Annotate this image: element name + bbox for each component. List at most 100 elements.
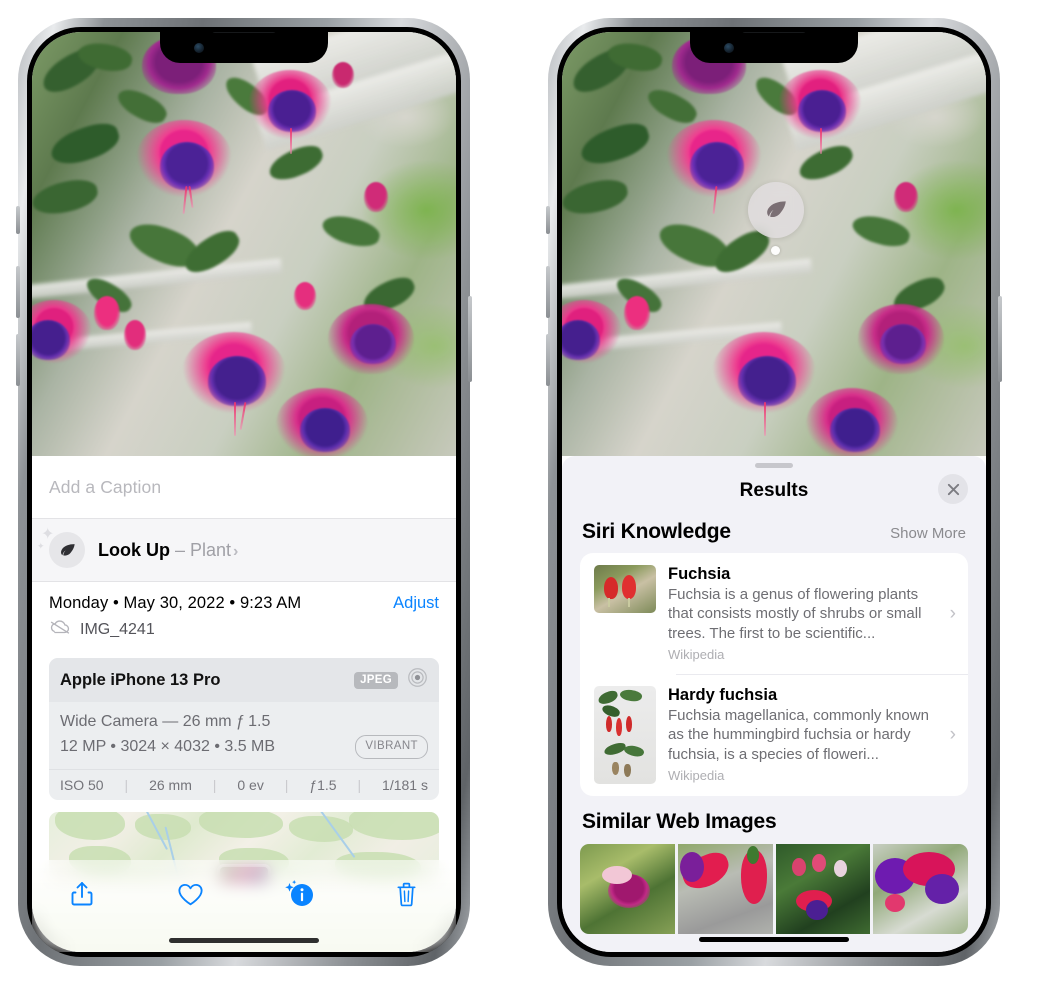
siri-knowledge-header: Siri Knowledge Show More <box>562 514 986 553</box>
exif-separator: | <box>212 776 217 793</box>
exif-separator: | <box>284 776 289 793</box>
exif-header-badges: JPEG <box>354 667 428 693</box>
web-image-3[interactable] <box>775 844 871 935</box>
visual-look-up-dot <box>771 246 780 255</box>
photo-filename: IMG_4241 <box>80 620 155 638</box>
bottom-toolbar-left <box>32 860 456 952</box>
visual-look-up-badge[interactable] <box>748 182 804 238</box>
home-indicator[interactable] <box>699 937 849 942</box>
device-bezel: Results Siri Knowledge Show More Fuchsia… <box>557 27 991 957</box>
knowledge-card-description: Fuchsia is a genus of flowering plants t… <box>668 586 922 642</box>
knowledge-thumbnail <box>594 686 656 785</box>
exif-stats-row: ISO 50 | 26 mm | 0 ev | ƒ1.5 | 1/181 s <box>49 768 439 800</box>
caption-placeholder: Add a Caption <box>49 476 162 497</box>
photo-viewer-right[interactable] <box>562 32 986 456</box>
knowledge-card-body: Hardy fuchsia Fuchsia magellanica, commo… <box>668 686 934 783</box>
look-up-dash: – <box>170 539 191 560</box>
favorite-button[interactable] <box>168 874 212 914</box>
results-header: Results <box>562 468 986 514</box>
earpiece-speaker <box>212 32 276 33</box>
volume-down-button[interactable] <box>546 334 550 386</box>
front-camera <box>724 43 734 53</box>
chevron-right-icon: › <box>949 602 956 624</box>
volume-up-button[interactable] <box>546 266 550 318</box>
siri-knowledge-title: Siri Knowledge <box>582 520 731 543</box>
sparkle-small-icon: ✦ <box>37 541 45 551</box>
silent-switch[interactable] <box>546 206 550 234</box>
info-button[interactable] <box>276 874 320 914</box>
knowledge-card[interactable]: Fuchsia Fuchsia is a genus of flowering … <box>580 553 968 674</box>
camera-device-name: Apple iPhone 13 Pro <box>60 670 221 689</box>
show-more-button[interactable]: Show More <box>890 525 966 542</box>
exif-stat-focal: 26 mm <box>149 776 192 793</box>
knowledge-card[interactable]: Hardy fuchsia Fuchsia magellanica, commo… <box>580 674 968 796</box>
aperture-icon <box>407 667 428 693</box>
exif-header: Apple iPhone 13 Pro JPEG <box>49 658 439 702</box>
power-button[interactable] <box>468 296 472 382</box>
silent-switch[interactable] <box>16 206 20 234</box>
chevron-right-icon: › <box>233 542 239 560</box>
exif-stat-shutter: 1/181 s <box>382 776 428 793</box>
date-block: Monday • May 30, 2022 • 9:23 AM Adjust I… <box>32 582 456 650</box>
device-bezel: Add a Caption ✦ ✦ Look Up – Plant › Mond… <box>27 27 461 957</box>
close-icon <box>947 483 959 495</box>
screenshot-stage: Add a Caption ✦ ✦ Look Up – Plant › Mond… <box>0 0 1055 985</box>
results-title: Results <box>739 480 809 501</box>
power-button[interactable] <box>998 296 1002 382</box>
knowledge-card-title: Hardy fuchsia <box>668 686 778 705</box>
size-info-row: 12 MP • 3024 × 4032 • 3.5 MB VIBRANT <box>60 735 428 760</box>
exif-stat-aperture: ƒ1.5 <box>309 776 337 793</box>
results-sheet: Results Siri Knowledge Show More Fuchsia… <box>562 456 986 952</box>
date-line: Monday • May 30, 2022 • 9:23 AM Adjust <box>49 594 439 613</box>
front-camera <box>194 43 204 53</box>
knowledge-card-source: Wikipedia <box>668 647 725 663</box>
similar-web-images-header: Similar Web Images <box>562 796 986 840</box>
leaf-icon <box>49 532 85 568</box>
notch <box>160 32 328 63</box>
look-up-subject: Plant <box>190 539 232 560</box>
knowledge-card-description: Fuchsia magellanica, commonly known as t… <box>668 707 929 763</box>
caption-field[interactable]: Add a Caption <box>32 456 456 519</box>
iphone-left-device: Add a Caption ✦ ✦ Look Up – Plant › Mond… <box>16 18 472 966</box>
siri-knowledge-list: Fuchsia Fuchsia is a genus of flowering … <box>580 553 968 797</box>
exif-stat-iso: ISO 50 <box>60 776 104 793</box>
exif-card: Apple iPhone 13 Pro JPEG Wide Camera — 2… <box>49 658 439 800</box>
file-line: IMG_4241 <box>49 619 439 640</box>
web-image-2[interactable] <box>677 844 773 935</box>
photo-viewer-left[interactable] <box>32 32 456 456</box>
knowledge-card-source: Wikipedia <box>668 768 725 784</box>
exif-stat-ev: 0 ev <box>237 776 264 793</box>
iphone-right-device: Results Siri Knowledge Show More Fuchsia… <box>546 18 1002 966</box>
adjust-button[interactable]: Adjust <box>393 594 439 613</box>
format-badge: JPEG <box>354 671 398 689</box>
notch <box>690 32 858 63</box>
knowledge-thumbnail <box>594 565 656 613</box>
earpiece-speaker <box>742 32 806 33</box>
photo-datetime: Monday • May 30, 2022 • 9:23 AM <box>49 594 302 612</box>
share-button[interactable] <box>60 874 104 914</box>
resolution-info: 12 MP • 3024 × 4032 • 3.5 MB <box>60 737 276 755</box>
photo-info-sheet: Add a Caption ✦ ✦ Look Up – Plant › Mond… <box>32 456 456 952</box>
close-button[interactable] <box>938 474 968 504</box>
exif-separator: | <box>357 776 362 793</box>
similar-web-images-row[interactable] <box>562 844 986 935</box>
look-up-label: Look Up – Plant › <box>98 540 238 561</box>
similar-web-images-title: Similar Web Images <box>582 810 777 834</box>
delete-button[interactable] <box>384 874 428 914</box>
volume-down-button[interactable] <box>16 334 20 386</box>
look-up-title: Look Up <box>98 539 170 560</box>
web-image-4[interactable] <box>873 844 968 935</box>
look-up-row[interactable]: ✦ ✦ Look Up – Plant › <box>32 519 456 582</box>
exif-separator: | <box>124 776 129 793</box>
chevron-right-icon: › <box>949 724 956 746</box>
leaf-icon <box>767 201 786 218</box>
lens-info: Wide Camera — 26 mm ƒ 1.5 <box>60 713 271 730</box>
cloud-slash-icon <box>49 619 71 640</box>
home-indicator[interactable] <box>169 938 319 943</box>
volume-up-button[interactable] <box>16 266 20 318</box>
knowledge-card-body: Fuchsia Fuchsia is a genus of flowering … <box>668 565 934 662</box>
screen-left: Add a Caption ✦ ✦ Look Up – Plant › Mond… <box>32 32 456 952</box>
web-image-1[interactable] <box>580 844 675 935</box>
knowledge-card-title: Fuchsia <box>668 565 731 583</box>
look-up-icon-wrap: ✦ ✦ <box>37 527 85 568</box>
